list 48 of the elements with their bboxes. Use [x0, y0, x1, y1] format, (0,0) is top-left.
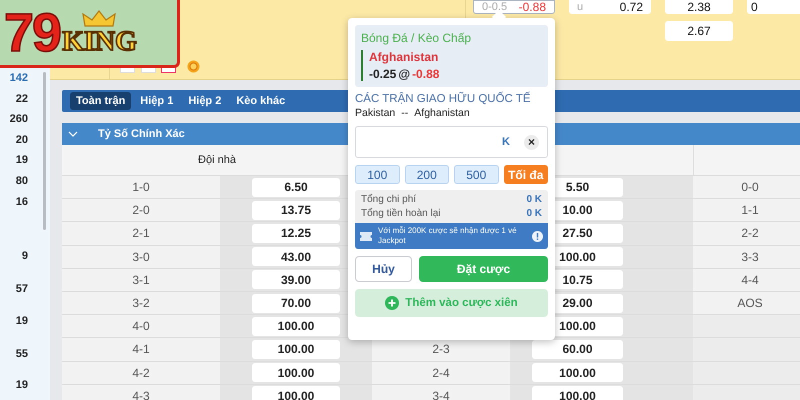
match-count: 16: [16, 195, 28, 210]
match-count: 57: [16, 282, 28, 297]
home-team: Pakistan: [355, 107, 396, 119]
at-sign: @: [398, 67, 410, 81]
column-heading: Đội nhà: [197, 153, 237, 168]
market-label: Bóng Đá / Kèo Chấp: [361, 31, 472, 45]
score-cell: AOS: [693, 292, 800, 314]
match-count: 142: [10, 71, 28, 86]
score-cell: 4-2: [62, 362, 220, 384]
logo-number: 79: [4, 6, 60, 60]
score-cell: 3-2: [62, 292, 220, 314]
handicap-line: -0.25: [369, 67, 396, 81]
match-count: 19: [16, 378, 28, 393]
match-count: 19: [16, 314, 28, 329]
score-cell: 1-0: [62, 176, 220, 198]
logo-word: KING: [62, 28, 137, 56]
match-count: 22: [16, 92, 28, 107]
score-cell: 4-1: [62, 338, 220, 360]
total-label: Tổng tiền hoàn lại: [361, 208, 441, 219]
score-cell: 0-0: [693, 176, 800, 198]
score-cell: 4-3: [62, 384, 220, 400]
stake-unit: K: [502, 136, 510, 148]
selection-name: Afghanistan: [369, 50, 440, 64]
total-label: Tổng chi phí: [361, 194, 416, 205]
match-count: 9: [22, 249, 28, 264]
away-team: Afghanistan: [414, 107, 470, 119]
score-cell: 2-0: [62, 199, 220, 222]
notice-text: Với mỗi 200K cược sẽ nhận được 1 vé Jackpot: [378, 226, 518, 246]
section-title: Tỷ Số Chính Xác: [98, 128, 185, 140]
score-cell: 4-0: [62, 315, 220, 338]
score-cell: 3-0: [62, 246, 220, 268]
score-cell: 2-4: [372, 362, 510, 384]
match-count: 20: [16, 133, 28, 148]
league-name: CÁC TRẬN GIAO HỮU QUỐC TẾ: [355, 93, 532, 105]
selection-price: -0.88: [412, 67, 440, 81]
score-cell: 3-4: [372, 384, 510, 400]
score-cell: 3-3: [693, 246, 800, 268]
score-cell: 3-1: [62, 268, 220, 291]
match-count: 55: [16, 347, 28, 362]
match-count: 80: [16, 174, 28, 189]
score-cell: 1-1: [693, 199, 800, 222]
score-cell: 4-4: [693, 268, 800, 291]
score-cell: 2-1: [62, 222, 220, 245]
match-count: 260: [10, 112, 28, 127]
score-cell: 2-2: [693, 222, 800, 245]
score-cell: 2-3: [372, 338, 510, 360]
team-separator: --: [401, 107, 408, 119]
match-count: 19: [16, 153, 28, 168]
